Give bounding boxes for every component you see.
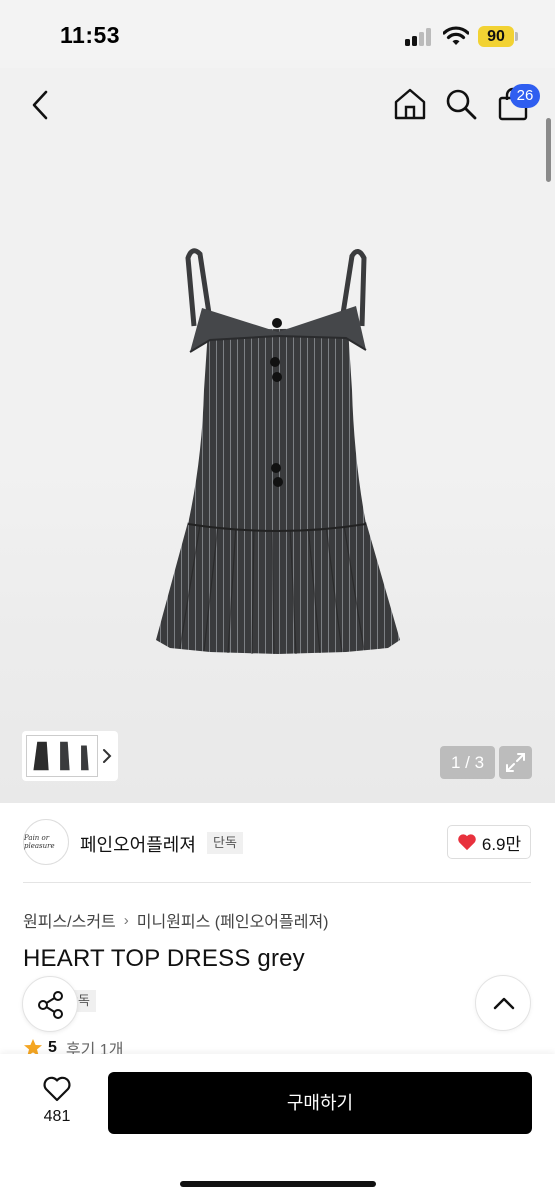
heart-outline-icon[interactable] bbox=[42, 1075, 72, 1103]
breadcrumb-category[interactable]: 원피스/스커트 bbox=[23, 908, 116, 932]
wifi-icon bbox=[443, 26, 469, 45]
home-indicator bbox=[180, 1181, 376, 1187]
product-thumbnail[interactable] bbox=[26, 735, 98, 777]
share-icon bbox=[38, 991, 63, 1019]
exclusive-badge: 단독 bbox=[207, 832, 243, 854]
chevron-right-icon[interactable] bbox=[100, 742, 114, 770]
battery-level: 90 bbox=[478, 26, 514, 47]
buy-button[interactable]: 구매하기 bbox=[108, 1072, 532, 1134]
shop-logo[interactable]: Pain or pleasure bbox=[23, 819, 69, 865]
product-title: HEART TOP DRESS grey bbox=[23, 945, 305, 972]
product-image-dress bbox=[156, 248, 400, 655]
scroll-to-top-button[interactable] bbox=[475, 975, 531, 1031]
chevron-up-icon bbox=[493, 997, 515, 1010]
shop-like-count: 6.9만 bbox=[481, 834, 522, 854]
shop-like-button[interactable]: 6.9만 bbox=[447, 825, 531, 859]
share-button[interactable] bbox=[22, 976, 78, 1032]
cart-count-badge: 26 bbox=[510, 84, 540, 108]
back-icon[interactable] bbox=[26, 88, 56, 122]
wishlist-count: 481 bbox=[43, 1108, 71, 1125]
divider bbox=[23, 882, 531, 883]
cellular-signal-icon bbox=[405, 28, 433, 46]
shop-name[interactable]: 페인오어플레져 bbox=[80, 831, 196, 857]
home-icon[interactable] bbox=[392, 86, 428, 122]
shop-logo-text: Pain or pleasure bbox=[24, 834, 55, 850]
image-page-counter: 1 / 3 bbox=[440, 746, 495, 779]
battery-cap bbox=[515, 32, 518, 41]
heart-icon bbox=[458, 834, 476, 851]
search-icon[interactable] bbox=[444, 87, 478, 121]
expand-image-button[interactable] bbox=[499, 746, 532, 779]
breadcrumb-subcategory[interactable]: 미니원피스 (페인오어플레져) bbox=[137, 908, 329, 932]
scroll-indicator bbox=[546, 118, 551, 182]
chevron-right-icon: › bbox=[123, 911, 129, 929]
expand-icon bbox=[506, 753, 525, 772]
breadcrumb: 원피스/스커트 › 미니원피스 (페인오어플레져) bbox=[23, 908, 329, 932]
status-time: 11:53 bbox=[60, 22, 121, 48]
